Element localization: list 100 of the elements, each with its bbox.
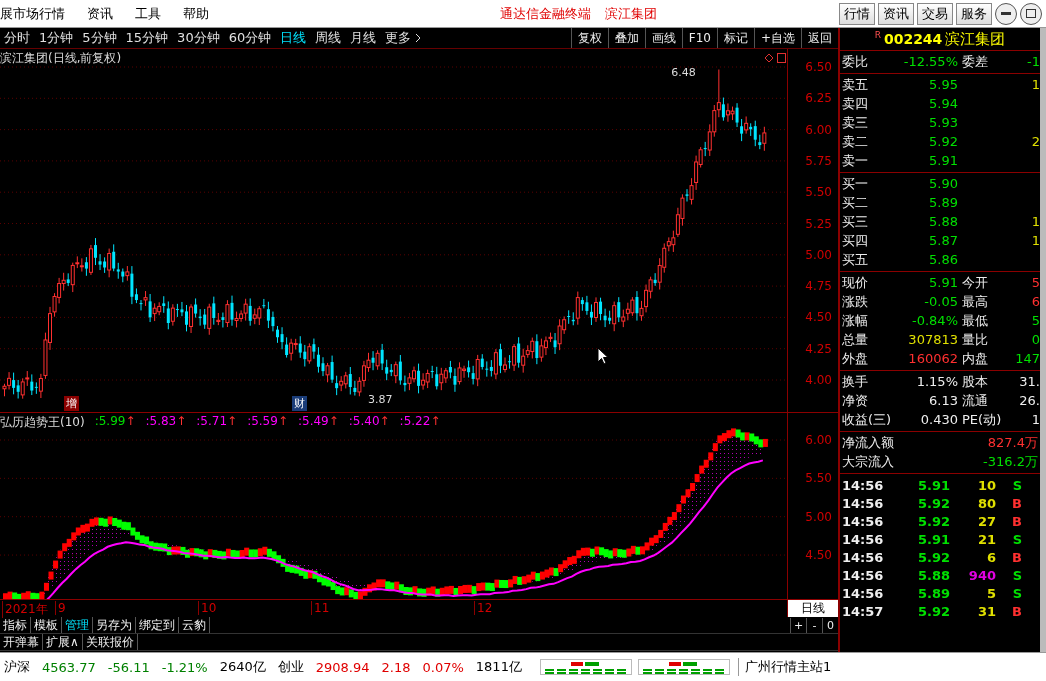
nav-button[interactable]: 行情 bbox=[839, 2, 875, 25]
period-tab[interactable]: 1分钟 bbox=[39, 29, 74, 47]
tab[interactable]: 云豹 bbox=[179, 617, 210, 633]
trade-time: 14:56 bbox=[842, 531, 885, 547]
order-price: 5.89 bbox=[928, 195, 958, 210]
quote-value: -12.55% bbox=[902, 54, 958, 69]
price-tick: 4.00 bbox=[805, 373, 832, 387]
nav-button[interactable]: 交易 bbox=[917, 2, 953, 25]
trade-time: 14:56 bbox=[842, 495, 885, 511]
quote-value: 26. bbox=[1018, 393, 1040, 408]
zoom-button[interactable]: + bbox=[790, 617, 806, 633]
menu-item[interactable]: 工具 bbox=[135, 4, 161, 23]
index-quote: 沪深 bbox=[4, 658, 30, 676]
quote-label: 净资 bbox=[842, 391, 869, 410]
tab[interactable]: 指标 bbox=[0, 617, 31, 633]
tab[interactable]: 模板 bbox=[31, 617, 62, 633]
event-marker: 增 bbox=[64, 396, 79, 411]
quote-label: 股本 bbox=[961, 372, 989, 391]
trade-volume: 940 bbox=[967, 567, 996, 583]
flow-value: -316.2万 bbox=[983, 452, 1038, 471]
trade-side: B bbox=[1011, 603, 1023, 619]
order-level-label: 买四 bbox=[842, 231, 869, 250]
trade-side: S bbox=[1011, 477, 1023, 493]
nav-button[interactable]: 服务 bbox=[956, 2, 992, 25]
flag-label: R bbox=[874, 30, 881, 40]
quote-label: 流通 bbox=[961, 391, 989, 410]
tab[interactable]: 开弹幕 bbox=[0, 634, 43, 650]
more-menu[interactable]: 更多 bbox=[385, 29, 412, 47]
period-tab[interactable]: 30分钟 bbox=[177, 29, 220, 47]
tab[interactable]: 扩展∧ bbox=[43, 634, 83, 650]
price-tick: 6.50 bbox=[805, 60, 832, 74]
period-tab[interactable]: 分时 bbox=[4, 29, 30, 47]
price-tick: 5.75 bbox=[805, 153, 832, 168]
order-level-label: 卖五 bbox=[842, 75, 869, 94]
menu-item[interactable]: 帮助 bbox=[183, 4, 209, 23]
price-tick: 5.25 bbox=[805, 216, 832, 231]
price-tick: 4.25 bbox=[805, 341, 832, 356]
up-arrow: ↑ bbox=[379, 414, 390, 428]
quote-label: 委比 bbox=[842, 52, 869, 71]
trade-side: B bbox=[1011, 549, 1023, 565]
trade-time: 14:57 bbox=[842, 603, 885, 619]
trade-side: S bbox=[1011, 585, 1023, 601]
indicator-tick: 5.50 bbox=[805, 471, 832, 486]
quote-value: 147 bbox=[1014, 351, 1040, 366]
quote-label: PE(动) bbox=[961, 410, 1003, 429]
order-price: 5.94 bbox=[928, 96, 958, 111]
tab[interactable]: 关联报价 bbox=[82, 634, 138, 650]
order-volume: 1 bbox=[1030, 77, 1040, 92]
period-tab[interactable]: 15分钟 bbox=[125, 29, 169, 47]
order-level-label: 卖四 bbox=[842, 94, 869, 113]
indicator-value: :5.49 bbox=[297, 414, 329, 428]
quote-value: -1 bbox=[1026, 54, 1040, 69]
period-label: 日线 bbox=[788, 600, 838, 617]
order-level-label: 买二 bbox=[842, 193, 869, 212]
menu-item[interactable]: 资讯 bbox=[87, 4, 113, 23]
date-label: 11 bbox=[311, 601, 330, 615]
price-tick: 5.00 bbox=[805, 247, 832, 262]
indicator-value: :5.71 bbox=[196, 414, 228, 428]
flow-label: 净流入额 bbox=[842, 433, 894, 452]
up-arrow: ↑ bbox=[328, 414, 339, 428]
order-volume: 1 bbox=[1030, 214, 1040, 229]
price-tick: 6.00 bbox=[805, 122, 832, 137]
order-volume: 1 bbox=[1030, 233, 1040, 248]
quote-value: 307813 bbox=[907, 332, 958, 347]
index-quote: 2640亿 bbox=[219, 658, 266, 676]
trade-time: 14:56 bbox=[842, 567, 885, 583]
trade-volume: 27 bbox=[976, 513, 996, 529]
period-tab[interactable]: 5分钟 bbox=[82, 29, 117, 47]
nav-button[interactable]: 资讯 bbox=[878, 2, 914, 25]
quote-label: 总量 bbox=[842, 330, 869, 349]
tab[interactable]: 管理 bbox=[62, 617, 93, 633]
tab[interactable]: 另存为 bbox=[93, 617, 136, 633]
trade-volume: 80 bbox=[976, 495, 996, 511]
order-volume: 2 bbox=[1030, 134, 1040, 149]
period-tab[interactable]: 日线 bbox=[280, 29, 307, 47]
indicator-value: :5.99 bbox=[94, 414, 126, 428]
order-price: 5.90 bbox=[928, 176, 958, 191]
trade-side: B bbox=[1011, 495, 1023, 511]
up-arrow: ↑ bbox=[125, 414, 136, 428]
quote-label: 涨幅 bbox=[842, 311, 869, 330]
order-level-label: 卖三 bbox=[842, 113, 869, 132]
tab[interactable]: 绑定到 bbox=[136, 617, 179, 633]
trade-volume: 31 bbox=[976, 603, 996, 619]
period-tab[interactable]: 60分钟 bbox=[228, 29, 272, 47]
quote-value: -0.05 bbox=[923, 294, 958, 309]
indicator-value: :5.40 bbox=[348, 414, 380, 428]
quote-value: 160062 bbox=[907, 351, 958, 366]
period-tab[interactable]: 周线 bbox=[315, 29, 342, 47]
order-price: 5.91 bbox=[928, 153, 958, 168]
quote-value: 6.13 bbox=[928, 393, 958, 408]
quote-value: 5.91 bbox=[928, 275, 958, 290]
order-price: 5.92 bbox=[928, 134, 958, 149]
trade-side: S bbox=[1011, 531, 1023, 547]
app-title: 通达信金融终端 bbox=[500, 4, 591, 23]
period-tab[interactable]: 月线 bbox=[350, 29, 377, 47]
quote-value: 5 bbox=[1030, 275, 1040, 290]
trade-price: 5.92 bbox=[916, 495, 950, 511]
date-label: 12 bbox=[474, 601, 493, 615]
stock-title: 滨江集团 bbox=[605, 4, 657, 23]
menu-item[interactable]: 展市场行情 bbox=[0, 4, 65, 23]
